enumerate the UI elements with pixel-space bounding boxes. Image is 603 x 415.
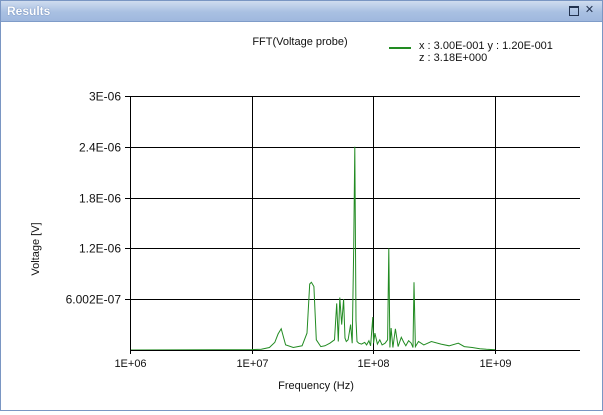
legend: x : 3.00E-001 y : 1.20E-001 z : 3.18E+00… (389, 40, 553, 64)
y-tick-label: 2.4E-06 (79, 141, 121, 155)
y-tick-label: 1.2E-06 (79, 242, 121, 256)
x-tick-label: 1E+06 (114, 358, 146, 370)
y-tick-label: 1.8E-06 (79, 192, 121, 206)
maximize-icon[interactable] (567, 4, 580, 17)
x-tick-label: 1E+09 (479, 358, 511, 370)
results-window: Results ✕ FFT(Voltage probe) x : 3.00E-0… (0, 0, 603, 411)
chart-title: FFT(Voltage probe) (252, 36, 347, 48)
fft-chart: FFT(Voltage probe) x : 3.00E-001 y : 1.2… (30, 36, 580, 392)
y-axis-label: Voltage [V] (30, 222, 42, 275)
y-tick-label: 6.002E-07 (66, 293, 122, 307)
x-tick-label: 1E+07 (236, 358, 268, 370)
chart-area: FFT(Voltage probe) x : 3.00E-001 y : 1.2… (1, 22, 602, 410)
legend-line-1: x : 3.00E-001 y : 1.20E-001 (419, 40, 553, 52)
x-axis-label: Frequency (Hz) (278, 380, 354, 392)
legend-line-2: z : 3.18E+000 (419, 52, 487, 64)
title-bar[interactable]: Results ✕ (1, 1, 602, 22)
tick-labels: 1E+06 1E+07 1E+08 1E+09 3E-06 2.4E-06 1.8E-06 1… (66, 90, 512, 371)
x-tick-label: 1E+08 (357, 358, 389, 370)
window-title: Results (7, 4, 51, 18)
y-tick-label: 3E-06 (89, 90, 121, 104)
close-icon[interactable]: ✕ (583, 4, 596, 17)
